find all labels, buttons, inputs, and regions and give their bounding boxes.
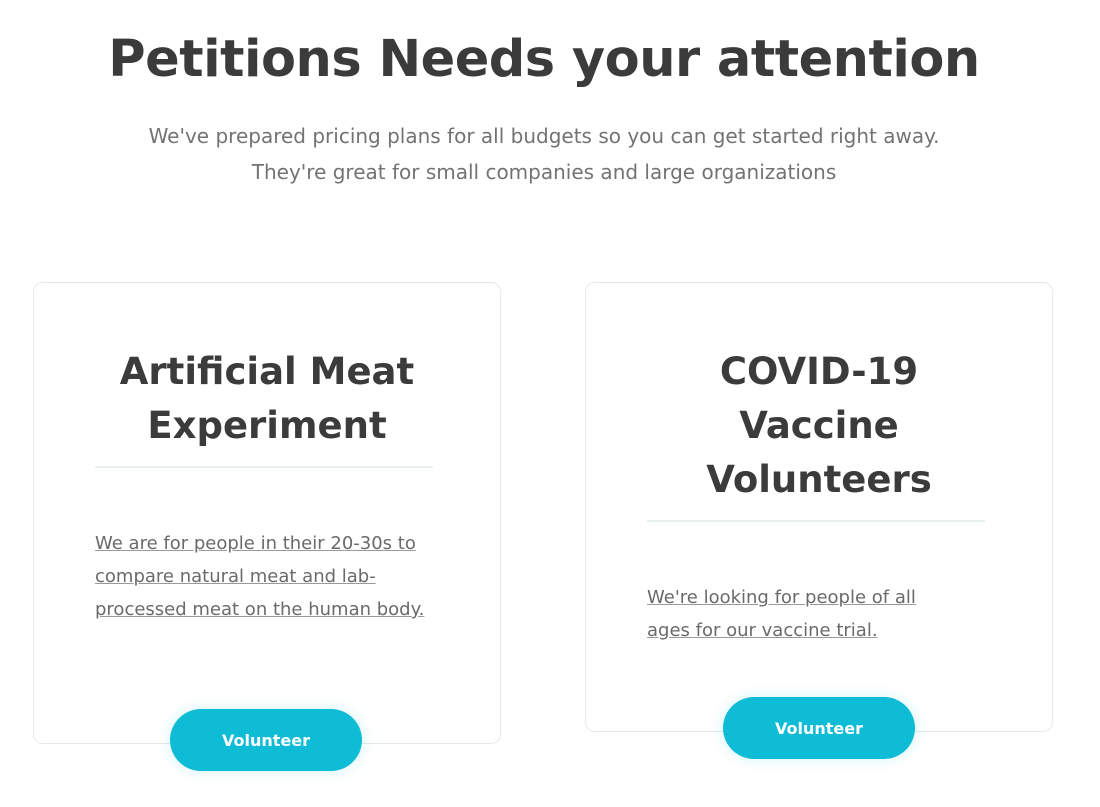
card-title: COVID-19 Vaccine Volunteers (586, 345, 1052, 507)
card-divider (95, 466, 433, 468)
petition-card-covid-vaccine: COVID-19 Vaccine Volunteers We're lookin… (585, 282, 1053, 732)
volunteer-button-covid-vaccine[interactable]: Volunteer (723, 697, 915, 759)
card-title-line-3: Volunteers (706, 458, 932, 501)
card-title-line-2: Experiment (147, 404, 387, 447)
card-title-line-2: Vaccine (739, 404, 899, 447)
card-title-line-1: Artificial Meat (119, 350, 415, 393)
card-divider (647, 520, 985, 522)
subtitle-line-2: They're great for small companies and la… (251, 160, 837, 184)
page-title: Petitions Needs your attention (108, 30, 980, 89)
card-description-link[interactable]: We're looking for people of all ages for… (647, 581, 957, 647)
volunteer-button-artificial-meat[interactable]: Volunteer (170, 709, 362, 771)
card-title: Artificial Meat Experiment (34, 345, 500, 453)
card-description-link[interactable]: We are for people in their 20-30s to com… (95, 527, 435, 626)
subtitle-line-1: We've prepared pricing plans for all bud… (148, 124, 940, 148)
page-subtitle: We've prepared pricing plans for all bud… (0, 118, 1088, 190)
petition-card-artificial-meat: Artificial Meat Experiment We are for pe… (33, 282, 501, 744)
card-title-line-1: COVID-19 (719, 350, 919, 393)
